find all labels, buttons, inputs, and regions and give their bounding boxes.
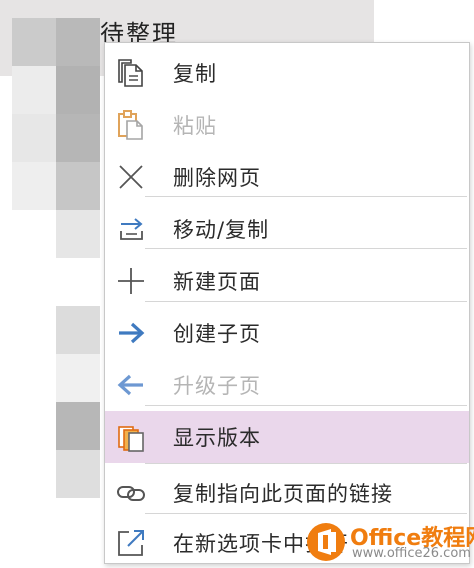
move-icon	[120, 218, 143, 240]
menu-item-label: 显示版本	[173, 426, 261, 450]
menu-item-label: 复制	[173, 62, 217, 86]
menu-separator	[145, 196, 467, 197]
blurred-block	[56, 162, 100, 210]
paste-icon	[118, 110, 143, 140]
blurred-block	[12, 162, 56, 210]
menu-item-label: 移动/复制	[173, 218, 270, 242]
menu-item-create-subpage[interactable]: 创建子页	[105, 307, 469, 359]
menu-item-label: 新建页面	[173, 270, 261, 294]
arrow-right-icon	[119, 322, 145, 344]
site-watermark: Office教程网 www.office26.com	[306, 518, 474, 566]
blurred-block	[56, 354, 100, 402]
blurred-block	[56, 18, 100, 66]
blurred-block	[12, 114, 56, 162]
context-menu: 复制 粘贴 删除网页 移动/复制 新建页面 创建子页 升级子页 显示版本 复制指…	[104, 42, 470, 564]
blurred-block	[56, 450, 100, 498]
menu-item-copy-link[interactable]: 复制指向此页面的链接	[105, 467, 469, 519]
menu-separator	[145, 301, 467, 302]
blurred-block	[56, 66, 100, 114]
open-new-tab-icon	[118, 530, 144, 556]
blurred-block	[56, 402, 100, 450]
menu-item-label: 复制指向此页面的链接	[173, 482, 393, 506]
menu-item-label: 删除网页	[173, 166, 261, 190]
menu-item-copy[interactable]: 复制	[105, 47, 469, 99]
menu-separator	[145, 463, 467, 464]
arrow-left-icon	[117, 374, 143, 396]
blurred-block	[56, 114, 100, 162]
blurred-block	[12, 18, 56, 66]
menu-separator	[145, 513, 467, 514]
menu-item-promote-subpage[interactable]: 升级子页	[105, 359, 469, 411]
menu-item-label: 升级子页	[173, 374, 261, 398]
copy-icon	[118, 59, 143, 87]
menu-item-paste[interactable]: 粘贴	[105, 99, 469, 151]
blurred-block	[56, 306, 100, 354]
menu-item-new-page[interactable]: 新建页面	[105, 255, 469, 307]
blurred-block	[12, 66, 56, 114]
blurred-block	[56, 210, 100, 258]
menu-item-label: 粘贴	[173, 114, 217, 138]
menu-separator	[145, 248, 467, 249]
link-icon	[117, 486, 145, 501]
close-icon	[119, 165, 143, 189]
versions-icon	[118, 426, 144, 452]
office-logo-icon	[307, 523, 345, 561]
menu-item-label: 创建子页	[173, 322, 261, 346]
menu-separator	[145, 405, 467, 406]
onenote-window: 待整理 复制 粘贴 删除网页 移动/复制 新建页面 创建子页 升级子页 显示版本…	[0, 0, 474, 568]
watermark-url: www.office26.com	[352, 546, 471, 561]
menu-item-show-versions[interactable]: 显示版本	[105, 411, 469, 463]
plus-icon	[118, 268, 144, 294]
